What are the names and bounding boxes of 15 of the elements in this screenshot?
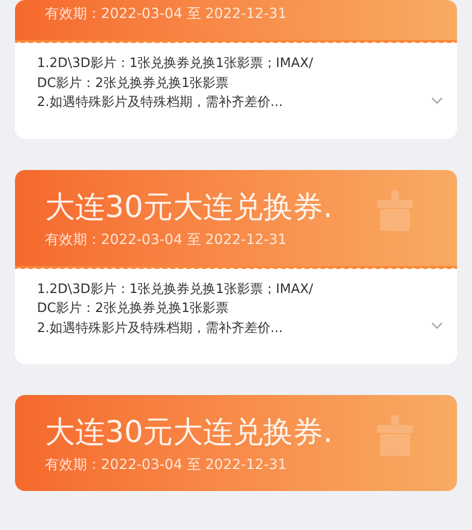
rule-text: 1.2D\3D影片：1张兑换券兑换1张影票；IMAX/ (37, 55, 314, 73)
chevron-down-icon[interactable] (431, 96, 443, 104)
coupon-title: 大连30元大连兑换券. (45, 188, 333, 226)
rule-text: DC影片：2张兑换券兑换1张影票 (37, 74, 230, 92)
validity-date: 有效期：2022-03-04 至 2022-12-31 (45, 5, 288, 24)
rule-text: DC影片：2张兑换券兑换1张影票 (37, 300, 230, 318)
validity-date: 有效期：2022-03-04 至 2022-12-31 (45, 456, 288, 475)
coupon-title: 大连30元大连兑换券. (45, 414, 333, 452)
rule-text: 1.2D\3D影片：1张兑换券兑换1张影票；IMAX/ (37, 280, 314, 298)
validity-date: 有效期：2022-03-04 至 2022-12-31 (45, 230, 288, 250)
chevron-down-icon[interactable] (431, 322, 443, 330)
gift-icon (375, 413, 415, 457)
rule-text: 2.如遇特殊影片及特殊档期，需补齐差价... (37, 320, 284, 338)
gift-icon (375, 188, 415, 232)
rule-text: 2.如遇特殊影片及特殊档期，需补齐差价... (37, 94, 284, 112)
